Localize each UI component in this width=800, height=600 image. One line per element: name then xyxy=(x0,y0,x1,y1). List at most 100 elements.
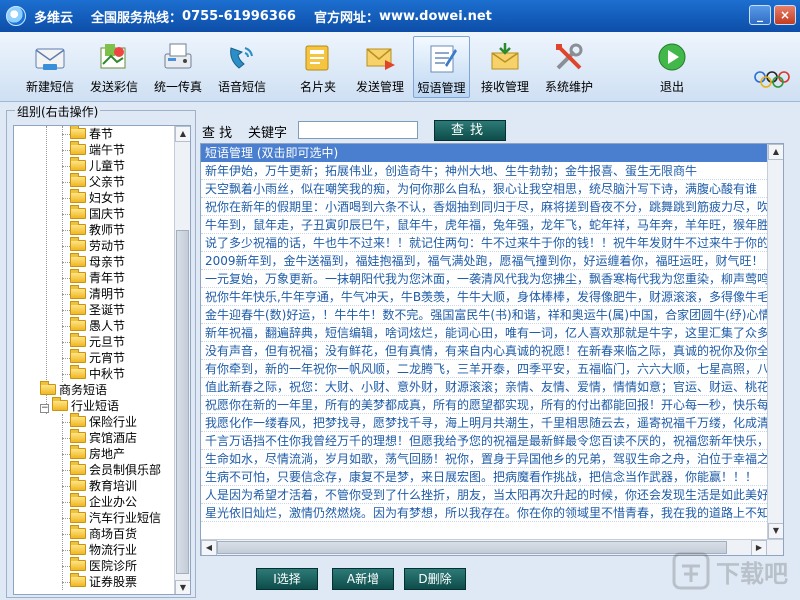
phrase-row[interactable]: 一元复始，万象更新。一抹朝阳代我为您沐面，一袭清风代我为您拂尘，飘香寒梅代我为您… xyxy=(201,270,767,288)
phrase-row[interactable]: 人是因为希望才活着，不管你受到了什么挫折，朋友，当太阳再次升起的时候，你还会发现… xyxy=(201,486,767,504)
tree-item[interactable]: 母亲节 xyxy=(14,253,176,270)
tree-item[interactable]: 清明节 xyxy=(14,285,176,302)
phrase-row[interactable]: 2009新年到，金牛送福到，福娃抱福到，福气满处跑，愿福气撞到你，好运缠着你，福… xyxy=(201,252,767,270)
phrase-manage-icon xyxy=(430,45,457,73)
tree-item[interactable]: 国庆节 xyxy=(14,205,176,222)
phrase-row[interactable]: 千言万语挡不住你我曾经万千的理想！但愿我给予您的祝福是最新鲜最令您百读不厌的，祝… xyxy=(201,432,767,450)
keyword-input[interactable] xyxy=(298,121,418,139)
folder-icon xyxy=(70,365,86,379)
toolbar-inbox-button[interactable]: 接收管理 xyxy=(475,36,535,98)
tree-item[interactable]: 儿童节 xyxy=(14,157,176,174)
phrase-vertical-scrollbar[interactable]: ▲ ▼ xyxy=(767,144,783,539)
select-button[interactable]: I选择 xyxy=(256,568,318,590)
toolbar-maintenance-button[interactable]: 系统维护 xyxy=(538,36,600,98)
phrase-row[interactable]: 说了多少祝福的话，牛也牛不过来！！就记住两句：牛不过来牛于你的钱！！祝牛年发财牛… xyxy=(201,234,767,252)
scroll-up-arrow-icon[interactable]: ▲ xyxy=(768,144,783,160)
tree-group-item[interactable]: 商务短语 xyxy=(14,381,176,398)
toolbar-send-manage-button[interactable]: 发送管理 xyxy=(350,36,410,98)
close-button[interactable]: × xyxy=(774,5,796,25)
tree-item-label: 教育培训 xyxy=(89,479,138,493)
toolbar-exit-button[interactable]: 退出 xyxy=(652,36,692,98)
tree-item-label: 商场百货 xyxy=(89,527,138,541)
tree-item[interactable]: 商场百货 xyxy=(14,525,176,542)
phrase-row[interactable]: 值此新春之际，祝您：大财、小财、意外财，财源滚滚；亲情、友情、爱情，情情如意；官… xyxy=(201,378,767,396)
new-sms-icon xyxy=(35,48,65,70)
group-tree[interactable]: 春节 端午节 儿童节 父亲节 妇女节 国庆节 教师节 劳动节 母亲节 青年节 清明节 圣诞节 愚人节 元旦… xyxy=(13,125,191,595)
search-button[interactable]: 查找 xyxy=(434,120,506,141)
phrase-row[interactable]: 有你牵到，新的一年祝你一帆风顺，二龙腾飞，三羊开泰，四季平安，五福临门，六六大顺… xyxy=(201,360,767,378)
toolbar-send-mms-button[interactable]: 发送彩信 xyxy=(84,36,144,98)
delete-button[interactable]: D删除 xyxy=(404,568,466,590)
tree-item[interactable]: 中秋节 xyxy=(14,365,176,382)
olympic-rings-icon xyxy=(754,71,790,88)
tree-item[interactable]: 保险行业 xyxy=(14,413,176,430)
folder-icon xyxy=(70,541,86,555)
phrase-row[interactable]: 没有声音，但有祝福；没有鲜花，但有真情，有来自内心真诚的祝愿！在新春来临之际，真… xyxy=(201,342,767,360)
tree-item[interactable]: 汽车行业短信 xyxy=(14,509,176,526)
tree-item[interactable]: 父亲节 xyxy=(14,173,176,190)
tree-item[interactable]: 企业办公 xyxy=(14,493,176,510)
phrase-row[interactable]: 祝愿你在新的一年里，所有的美梦都成真，所有的愿望都实现，所有的付出都能回报！开心… xyxy=(201,396,767,414)
toolbar-fax-button[interactable]: 统一传真 xyxy=(148,36,208,98)
toolbar-business-card-button[interactable]: 名片夹 xyxy=(290,36,346,98)
phrase-row[interactable]: 祝你牛年快乐,牛年亨通，牛气冲天，牛B羡羡，牛牛大顺，身体棒棒，发得像肥牛，财源… xyxy=(201,288,767,306)
tree-vertical-scrollbar[interactable]: ▲ ▼ xyxy=(174,126,190,594)
tree-item-label: 会员制俱乐部 xyxy=(89,463,162,477)
tree-item-label: 春节 xyxy=(89,127,114,141)
tree-item[interactable]: 会员制俱乐部 xyxy=(14,461,176,478)
tree-item[interactable]: 教育培训 xyxy=(14,477,176,494)
tree-group-item[interactable]: − 行业短语 xyxy=(14,397,176,414)
phrase-row[interactable]: 天空飘着小雨丝，似在嘲笑我的痴，为何你那么自私，狠心让我空相思，统尽脑汁写下诗，… xyxy=(201,180,767,198)
toolbar-voice-sms-button[interactable]: 语音短信 xyxy=(212,36,272,98)
tree-item[interactable]: 愚人节 xyxy=(14,317,176,334)
tree-item[interactable]: 青年节 xyxy=(14,269,176,286)
tree-item[interactable]: 物流行业 xyxy=(14,541,176,558)
scroll-up-arrow-icon[interactable]: ▲ xyxy=(175,126,190,142)
tree-item[interactable]: 元旦节 xyxy=(14,333,176,350)
collapse-icon[interactable]: − xyxy=(40,404,49,413)
phrase-row[interactable]: 新年祝福，翻遍辞典，短信编辑，啥词炫烂，能词心田，唯有一词，亿人喜欢那就是牛字，… xyxy=(201,324,767,342)
website-url: www.dowei.net xyxy=(379,8,492,24)
folder-icon xyxy=(70,429,86,443)
tree-item-label: 元宵节 xyxy=(89,351,126,365)
tree-item[interactable]: 医院诊所 xyxy=(14,557,176,574)
minimize-button[interactable]: _ xyxy=(749,5,771,25)
tree-item-label: 中秋节 xyxy=(89,367,126,381)
phrase-row[interactable]: 星光依旧灿烂，激情仍然燃烧。因为有梦想，所以我存在。你在你的领域里不惜青春，我在… xyxy=(201,504,767,522)
tree-item-label: 母亲节 xyxy=(89,255,126,269)
phrase-row[interactable]: 牛年到，鼠年走，子丑寅卯辰巳午，鼠年牛，虎年福，兔年强，龙年飞，蛇年祥，马年奔，… xyxy=(201,216,767,234)
phrase-row[interactable]: 金牛迎春牛(数)好运，！牛牛牛！数不完。强国富民牛(书)和谐，祥和奥运牛(属)中… xyxy=(201,306,767,324)
scroll-left-arrow-icon[interactable]: ◀ xyxy=(201,540,217,555)
phrase-row[interactable]: 生病不可怕，只要信念存，康复不是梦，来日展宏图。把病魔看作挑战，把信念当作武器，… xyxy=(201,468,767,486)
tree-item[interactable]: 元宵节 xyxy=(14,349,176,366)
tree-item[interactable]: 宾馆酒店 xyxy=(14,429,176,446)
phrase-hscroll-thumb[interactable] xyxy=(217,541,727,554)
scroll-down-arrow-icon[interactable]: ▼ xyxy=(768,523,783,539)
main-toolbar: 新建短信 发送彩信 统一传真 语音短信 名片夹 发送管理 短语管理 接收管理 系… xyxy=(0,32,800,102)
phrase-list-header: 短语管理 (双击即可选中) xyxy=(201,144,767,162)
phrase-row[interactable]: 新年伊始，万牛更新；拓展伟业，创造奇牛；神州大地、生牛勃勃；金牛报喜、蛋生无限商… xyxy=(201,162,767,180)
tree-scroll-thumb[interactable] xyxy=(176,230,189,574)
folder-icon xyxy=(70,126,86,139)
tree-item-label: 商务短语 xyxy=(59,383,108,397)
toolbar-phrase-manage-button[interactable]: 短语管理 xyxy=(413,36,470,98)
tree-item[interactable]: 证券股票 xyxy=(14,573,176,590)
tree-item[interactable]: 房地产 xyxy=(14,445,176,462)
phrase-row[interactable]: 生命如水，尽情流淌，岁月如歌，荡气回肠！祝你，置身于异国他乡的兄弟，驾驭生命之舟… xyxy=(201,450,767,468)
tree-item[interactable]: 劳动节 xyxy=(14,237,176,254)
add-button[interactable]: A新增 xyxy=(332,568,394,590)
send-mms-icon xyxy=(100,44,126,69)
scroll-down-arrow-icon[interactable]: ▼ xyxy=(175,580,190,594)
tree-item[interactable]: 妇女节 xyxy=(14,189,176,206)
toolbar-new-sms-button[interactable]: 新建短信 xyxy=(20,36,80,98)
tree-item[interactable]: 圣诞节 xyxy=(14,301,176,318)
phrase-row[interactable]: 祝你在新年的假期里：小酒喝到六条不认，香烟抽到同归于尽，麻将搓到昏夜不分，跳舞跳… xyxy=(201,198,767,216)
folder-icon xyxy=(70,285,86,299)
tree-item[interactable]: 教师节 xyxy=(14,221,176,238)
phrase-row[interactable]: 我愿化作一缕春风，把梦找寻，愿梦找千寻，海上明月共潮生，千里相思随云去，遥寄祝福… xyxy=(201,414,767,432)
tree-item-label: 妇女节 xyxy=(89,191,126,205)
tree-item[interactable]: 端午节 xyxy=(14,141,176,158)
phrase-list[interactable]: 短语管理 (双击即可选中) 新年伊始，万牛更新；拓展伟业，创造奇牛；神州大地、生… xyxy=(200,143,784,556)
hotline-label: 全国服务热线： xyxy=(91,10,183,26)
tree-item[interactable]: 春节 xyxy=(14,126,176,142)
